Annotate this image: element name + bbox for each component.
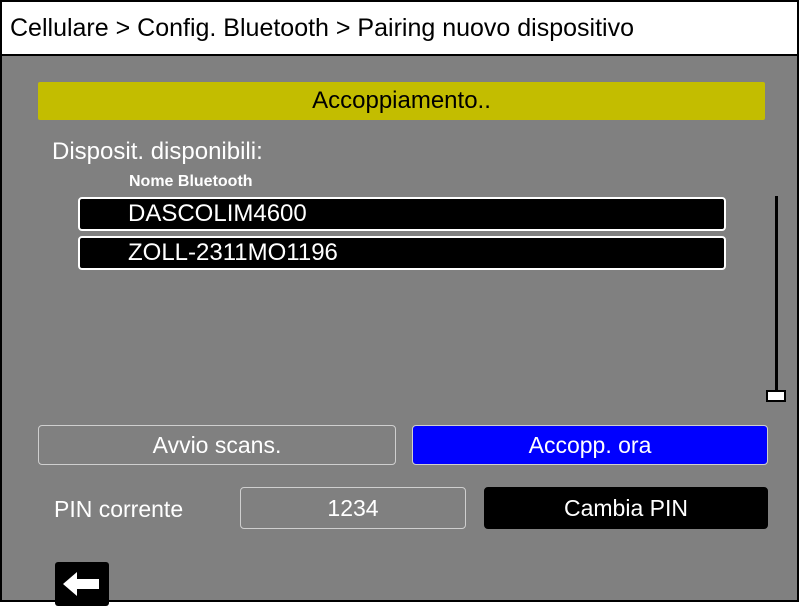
start-scan-button[interactable]: Avvio scans. — [38, 425, 396, 465]
arrow-left-icon — [63, 572, 99, 596]
current-pin-field[interactable]: 1234 — [240, 487, 466, 529]
change-pin-button[interactable]: Cambia PIN — [484, 487, 768, 529]
device-screen: Cellulare > Config. Bluetooth > Pairing … — [0, 0, 799, 606]
scrollbar-thumb[interactable] — [766, 390, 786, 402]
current-pin-label: PIN corrente — [54, 496, 184, 522]
pair-now-button[interactable]: Accopp. ora — [412, 425, 768, 465]
breadcrumb: Cellulare > Config. Bluetooth > Pairing … — [2, 2, 797, 56]
device-list: DASCOLIM4600 ZOLL-2311MO1196 — [78, 197, 726, 275]
bluetooth-name-header: Nome Bluetooth — [129, 173, 253, 190]
device-list-item[interactable]: DASCOLIM4600 — [78, 197, 726, 231]
device-list-item[interactable]: ZOLL-2311MO1196 — [78, 236, 726, 270]
scrollbar-track[interactable] — [775, 196, 778, 392]
status-banner: Accoppiamento.. — [38, 82, 765, 120]
back-button[interactable] — [55, 562, 109, 606]
available-devices-label: Disposit. disponibili: — [52, 138, 263, 165]
